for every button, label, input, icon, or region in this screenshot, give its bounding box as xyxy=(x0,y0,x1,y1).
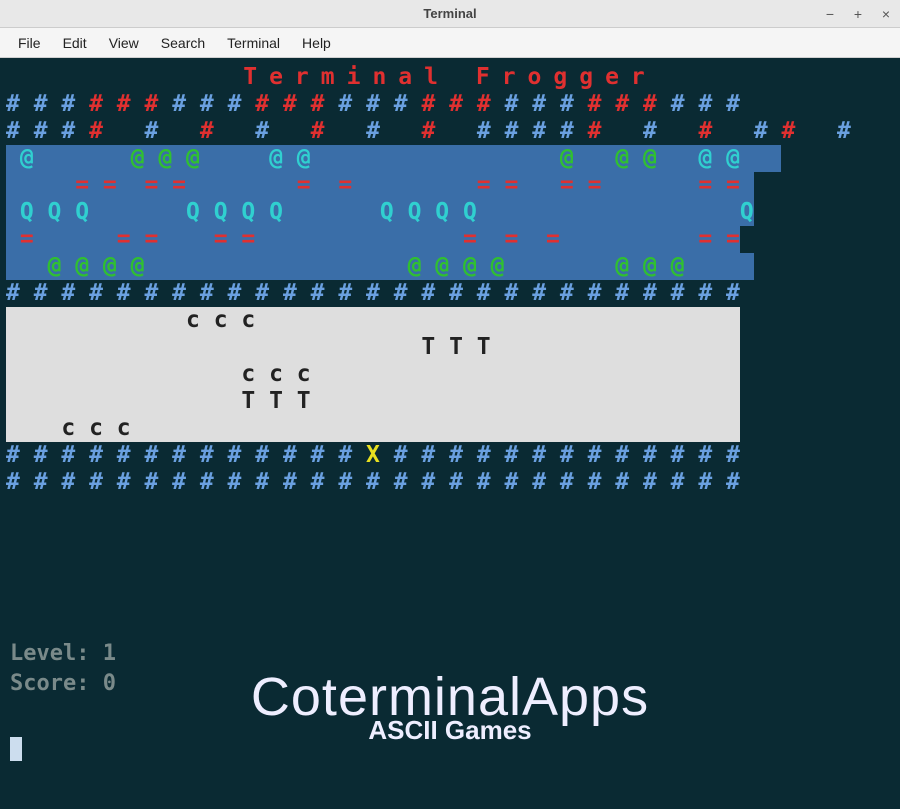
game-row: # # # # # # # # # # # # # # # # # # # # … xyxy=(6,280,894,307)
menu-file[interactable]: File xyxy=(10,31,49,55)
menu-help[interactable]: Help xyxy=(294,31,339,55)
game-title: Terminal Frogger xyxy=(6,64,894,91)
titlebar: Terminal − + × xyxy=(0,0,900,28)
menu-edit[interactable]: Edit xyxy=(55,31,95,55)
window-controls: − + × xyxy=(822,6,894,22)
game-row: Q Q Q Q Q Q Q Q Q Q Q Q xyxy=(6,199,894,226)
game-board: # # # # # # # # # # # # # # # # # # # # … xyxy=(6,91,894,496)
game-row: @ @ @ @ @ @ @ @ @ @ @ xyxy=(6,253,894,280)
maximize-button[interactable]: + xyxy=(850,6,866,22)
menu-view[interactable]: View xyxy=(101,31,147,55)
level-value: 1 xyxy=(103,641,116,666)
game-row: c c c xyxy=(6,415,894,442)
close-button[interactable]: × xyxy=(878,6,894,22)
menubar: File Edit View Search Terminal Help xyxy=(0,28,900,58)
game-row: c c c xyxy=(6,307,894,334)
level-label: Level: xyxy=(10,641,89,666)
brand-subtitle: ASCII Games xyxy=(0,717,900,744)
game-row: T T T xyxy=(6,388,894,415)
game-row: # # # # # # # # # # # # # # # # # # # # … xyxy=(6,469,894,496)
game-row: # # # # # # # # # # # # # # # # # # # # … xyxy=(6,91,894,118)
terminal-area[interactable]: Terminal Frogger # # # # # # # # # # # #… xyxy=(0,58,900,809)
game-row: T T T xyxy=(6,334,894,361)
minimize-button[interactable]: − xyxy=(822,6,838,22)
game-row: c c c xyxy=(6,361,894,388)
menu-terminal[interactable]: Terminal xyxy=(219,31,288,55)
game-row: # # # # # # # # # # # # # X # # # # # # … xyxy=(6,442,894,469)
game-row: = = = = = = = = = = xyxy=(6,226,894,253)
window-title: Terminal xyxy=(423,6,476,21)
game-row: @ @ @ @ @ @ @ @ @ @ @ xyxy=(6,145,894,172)
game-row: # # # # # # # # # # # # # # # # # # # # xyxy=(6,118,894,145)
terminal-window: Terminal − + × File Edit View Search Ter… xyxy=(0,0,900,809)
brand-name: CoterminalApps xyxy=(0,684,900,711)
cursor-icon xyxy=(10,737,22,761)
menu-search[interactable]: Search xyxy=(153,31,213,55)
game-row: = = = = = = = = = = = = xyxy=(6,172,894,199)
brand-block: CoterminalApps ASCII Games xyxy=(0,684,900,744)
